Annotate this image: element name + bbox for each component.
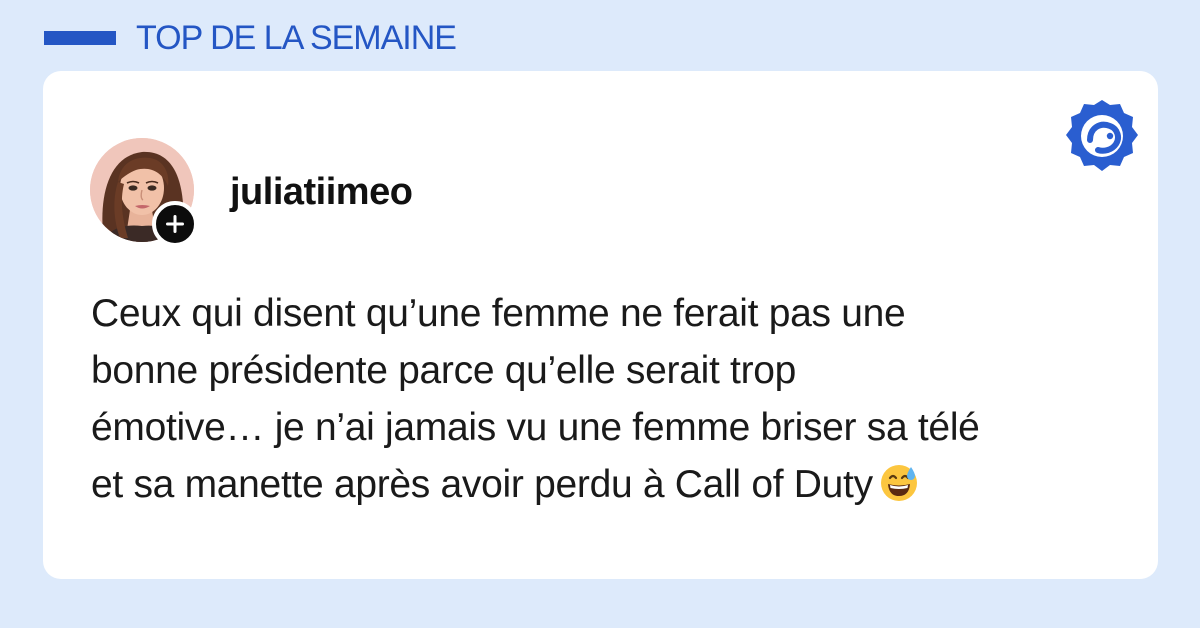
- post-text: Ceux qui disent qu’une femme ne ferait p…: [91, 285, 1101, 519]
- header-accent-bar: [44, 31, 116, 45]
- username[interactable]: juliatiimeo: [230, 170, 413, 214]
- grinning-sweat-icon: [880, 465, 917, 501]
- avatar-container[interactable]: [90, 138, 198, 247]
- grinning-sweat-emoji: [879, 462, 919, 519]
- post-body: Ceux qui disent qu’une femme ne ferait p…: [91, 292, 980, 506]
- section-title: TOP DE LA SEMAINE: [136, 19, 457, 57]
- post-card: juliatiimeo Ceux qui disent qu’une femme…: [43, 71, 1158, 579]
- follow-button[interactable]: [152, 201, 198, 247]
- plus-icon: [166, 215, 184, 233]
- brand-logo-icon[interactable]: [1060, 96, 1144, 180]
